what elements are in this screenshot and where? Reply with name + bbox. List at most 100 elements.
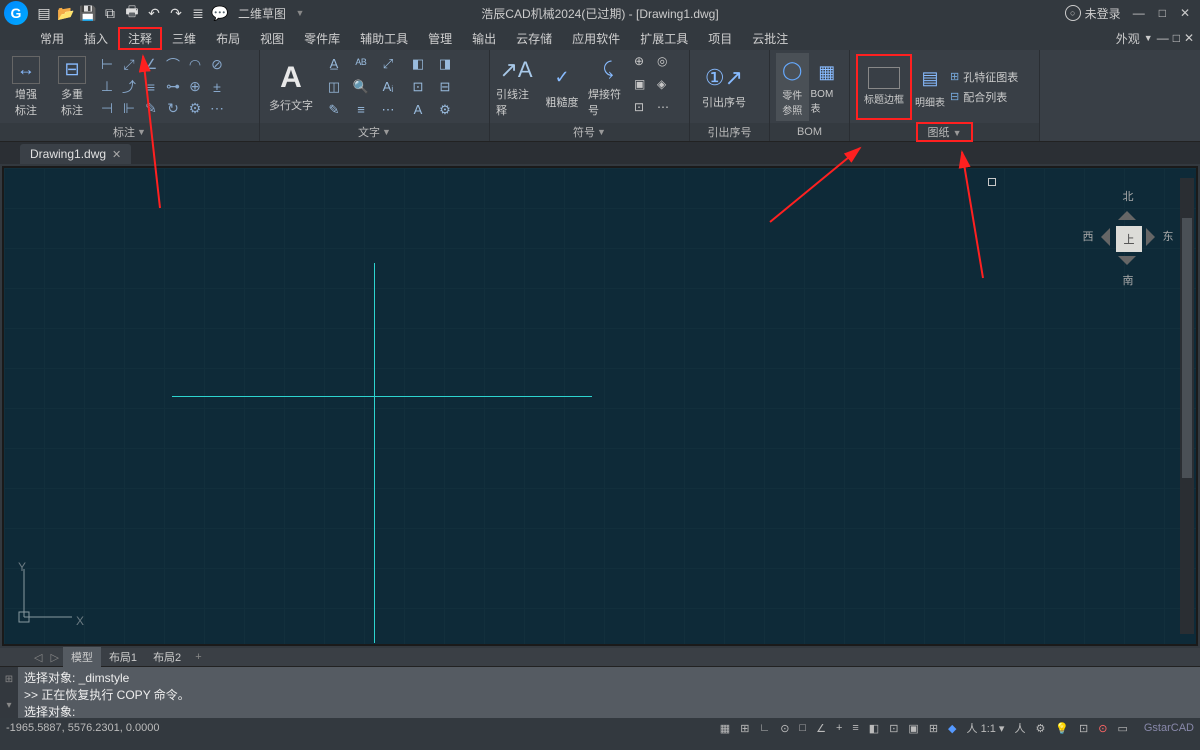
menu-ext[interactable]: 扩展工具 <box>630 27 698 50</box>
sym2-icon[interactable]: ◎ <box>657 54 677 74</box>
sym5-icon[interactable]: ⊡ <box>634 100 654 120</box>
text-t5-icon[interactable]: A <box>406 100 430 120</box>
menu-manage[interactable]: 管理 <box>418 27 462 50</box>
fit-list-button[interactable]: ⊟配合列表 <box>948 88 1020 106</box>
minimize-button[interactable]: — <box>1129 6 1149 20</box>
menu-insert[interactable]: 插入 <box>74 27 118 50</box>
layout-nav-right[interactable]: ▷ <box>46 651 62 664</box>
part-ref-button[interactable]: ◯零件 参照 <box>776 53 809 121</box>
dim-diameter-icon[interactable]: ⊘ <box>208 56 226 74</box>
doc-minimize-button[interactable]: — <box>1157 31 1169 45</box>
viewcube-top[interactable]: 上 <box>1116 226 1142 252</box>
text-check-icon[interactable]: ᴬᴮ <box>349 54 373 74</box>
magnet-icon[interactable]: ⊙ <box>1096 722 1109 735</box>
dyn-toggle-icon[interactable]: + <box>834 722 844 734</box>
saveas-icon[interactable]: ⧉ <box>102 5 118 21</box>
view-cube[interactable]: 上 北 南 东 西 <box>1088 198 1168 278</box>
chevron-down-icon[interactable]: ▼ <box>382 127 391 137</box>
dim-linear-icon[interactable]: ⊢ <box>98 56 116 74</box>
dim-continue-icon[interactable]: ⊶ <box>164 78 182 96</box>
print-icon[interactable]: 🖶 <box>124 5 140 21</box>
command-gutter[interactable]: ⊞▾ <box>0 667 18 718</box>
otrack-toggle-icon[interactable]: ∠ <box>814 722 828 735</box>
user-status[interactable]: ○ 未登录 <box>1065 5 1121 22</box>
chat-icon[interactable]: 💬 <box>212 5 228 21</box>
text-t1-icon[interactable]: ◧ <box>406 54 430 74</box>
menu-annotate[interactable]: 注释 <box>118 27 162 50</box>
menu-apps[interactable]: 应用软件 <box>562 27 630 50</box>
undo-icon[interactable]: ↶ <box>146 5 162 21</box>
multi-dim-button[interactable]: ⊟ 多重 标注 <box>52 53 92 121</box>
clean-icon[interactable]: ▭ <box>1115 722 1129 735</box>
menu-parts[interactable]: 零件库 <box>294 27 350 50</box>
dim-break-icon[interactable]: ⊣ <box>98 100 116 118</box>
text-edit-icon[interactable]: ✎ <box>322 100 346 120</box>
dim-aligned-icon[interactable]: ⤢ <box>120 56 138 74</box>
sketch-dropdown[interactable]: 二维草图 <box>238 5 286 22</box>
scrollbar-thumb[interactable] <box>1182 218 1192 478</box>
text-align-icon[interactable]: ≡ <box>349 100 373 120</box>
chevron-down-icon[interactable]: ▼ <box>137 127 146 137</box>
dim-space-icon[interactable]: ⊩ <box>120 100 138 118</box>
dim-jogged-icon[interactable]: ⤴ <box>120 78 138 96</box>
maximize-button[interactable]: □ <box>1155 6 1170 20</box>
dim-tol-icon[interactable]: ± <box>208 78 226 96</box>
dim-baseline-icon[interactable]: ≡ <box>142 78 160 96</box>
text-t6-icon[interactable]: ⚙ <box>433 100 457 120</box>
menu-3d[interactable]: 三维 <box>162 27 206 50</box>
cycle-icon[interactable]: ⊡ <box>887 722 900 735</box>
viewcube-tri-n[interactable] <box>1118 202 1136 220</box>
roughness-button[interactable]: ✓粗糙度 <box>542 53 582 121</box>
enhanced-dim-button[interactable]: ↔ 增强 标注 <box>6 53 46 121</box>
dim-radius-icon[interactable]: ◠ <box>186 56 204 74</box>
detaillist-button[interactable]: ▤明细表 <box>914 53 946 121</box>
qp-toggle-icon[interactable]: ⊞ <box>927 722 940 735</box>
menu-aux[interactable]: 辅助工具 <box>350 27 418 50</box>
drawing-canvas[interactable]: X Y 上 北 南 东 西 <box>2 166 1198 646</box>
command-lines[interactable]: 选择对象: _dimstyle >> 正在恢复执行 COPY 命令。 选择对象: <box>18 667 1200 718</box>
bulb-icon[interactable]: 💡 <box>1053 722 1071 735</box>
text-t2-icon[interactable]: ◨ <box>433 54 457 74</box>
scale-readout[interactable]: 人 1:1 ▾ <box>965 720 1007 736</box>
doc-restore-button[interactable]: □ <box>1173 31 1180 45</box>
menu-view[interactable]: 视图 <box>250 27 294 50</box>
menu-cloudnote[interactable]: 云批注 <box>742 27 798 50</box>
text-misc-icon[interactable]: ⋯ <box>376 100 400 120</box>
dim-update-icon[interactable]: ↻ <box>164 100 182 118</box>
add-layout-button[interactable]: + <box>189 649 207 665</box>
vertical-scrollbar[interactable] <box>1180 178 1194 634</box>
app-logo[interactable]: G <box>4 1 28 25</box>
snap-toggle-icon[interactable]: ⊞ <box>738 722 751 735</box>
close-button[interactable]: ✕ <box>1176 6 1194 20</box>
model-toggle[interactable]: ▣ <box>906 722 920 735</box>
new-icon[interactable]: ▤ <box>36 5 52 21</box>
ortho-toggle-icon[interactable]: ∟ <box>757 722 772 734</box>
text-scale-icon[interactable]: ⤢ <box>376 54 400 74</box>
dim-arc-icon[interactable]: ⌒ <box>164 56 182 74</box>
balloon-button[interactable]: ①↗引出序号 <box>696 53 752 121</box>
text-t4-icon[interactable]: ⊟ <box>433 77 457 97</box>
lwt-toggle-icon[interactable]: ≡ <box>850 722 860 734</box>
layout-tab-2[interactable]: 布局2 <box>145 647 189 667</box>
sym4-icon[interactable]: ◈ <box>657 77 677 97</box>
sym1-icon[interactable]: ⊕ <box>634 54 654 74</box>
menu-common[interactable]: 常用 <box>30 27 74 50</box>
grid-toggle-icon[interactable]: ▦ <box>718 722 732 735</box>
menu-project[interactable]: 项目 <box>698 27 742 50</box>
osnap-toggle-icon[interactable]: □ <box>797 722 808 734</box>
polar-toggle-icon[interactable]: ⊙ <box>778 722 791 735</box>
lock-icon[interactable]: ⊡ <box>1077 722 1090 735</box>
sym3-icon[interactable]: ▣ <box>634 77 654 97</box>
transparency-icon[interactable]: ◧ <box>867 722 881 735</box>
dropdown-icon[interactable]: ▼ <box>1144 33 1153 43</box>
layout-tab-model[interactable]: 模型 <box>63 647 101 667</box>
layers-icon[interactable]: ≣ <box>190 5 206 21</box>
iso-icon[interactable]: ◆ <box>946 722 958 735</box>
close-tab-icon[interactable]: ✕ <box>112 148 121 161</box>
doc-close-button[interactable]: ✕ <box>1184 31 1194 45</box>
text-find-icon[interactable]: 🔍 <box>349 77 373 97</box>
text-t3-icon[interactable]: ⊡ <box>406 77 430 97</box>
hole-chart-button[interactable]: ⊞孔特征图表 <box>948 68 1020 86</box>
menu-cloud[interactable]: 云存储 <box>506 27 562 50</box>
dim-center-icon[interactable]: ⊕ <box>186 78 204 96</box>
